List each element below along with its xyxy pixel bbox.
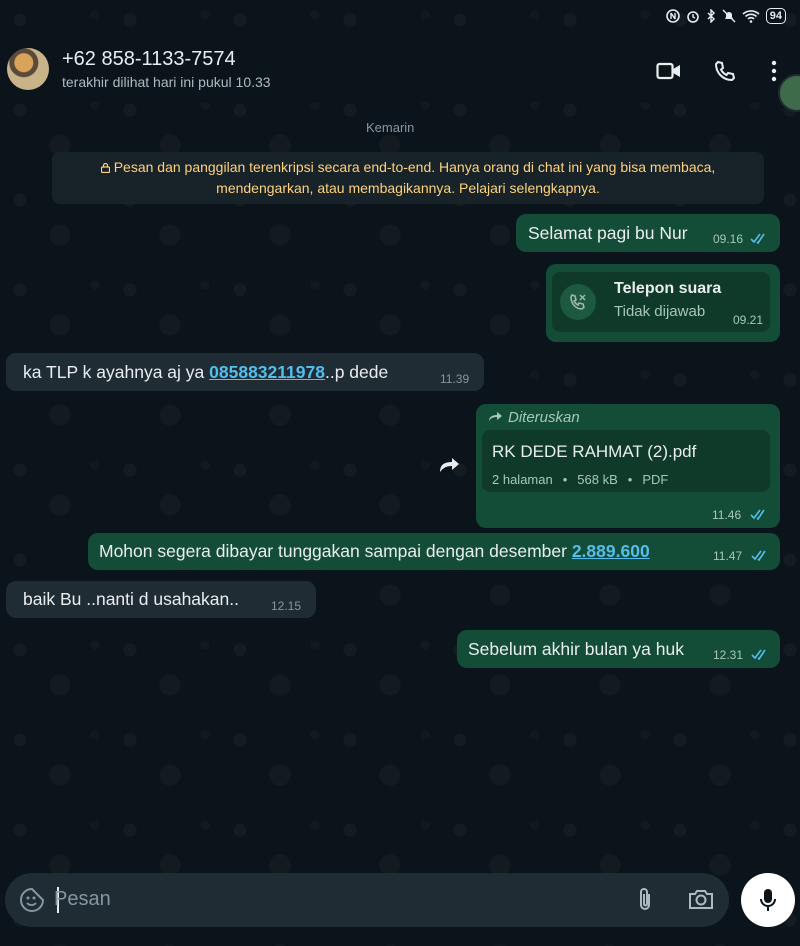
voice-call-icon <box>714 60 736 82</box>
battery-level: 94 <box>765 8 786 24</box>
message-text: baik Bu ..nanti d usahakan.. <box>23 589 239 609</box>
contact-avatar[interactable] <box>7 48 49 90</box>
document-message-bubble[interactable]: Diteruskan RK DEDE RAHMAT (2).pdf 2 hala… <box>476 404 780 528</box>
attach-button[interactable] <box>635 887 655 918</box>
message-text-before: Mohon segera dibayar tunggakan sampai de… <box>99 541 572 561</box>
camera-icon <box>689 890 713 909</box>
last-seen-status: terakhir dilihat hari ini pukul 10.33 <box>62 74 271 90</box>
message-text: Selamat pagi bu Nur <box>528 223 688 243</box>
message-time: 11.39 <box>440 372 470 386</box>
read-receipt-icon <box>751 550 766 561</box>
video-call-icon <box>656 62 680 80</box>
call-message-bubble[interactable]: Telepon suara Tidak dijawab 09.21 <box>546 264 780 342</box>
message-text: Sebelum akhir bulan ya huk <box>468 639 684 659</box>
message-bubble-incoming[interactable]: baik Bu ..nanti d usahakan.. 12.15 <box>6 581 316 618</box>
call-title: Telepon suara <box>614 280 722 297</box>
voice-call-button[interactable] <box>710 56 740 86</box>
encryption-notice[interactable]: Pesan dan panggilan terenkripsi secara e… <box>52 152 764 204</box>
alarm-icon <box>686 11 699 23</box>
message-text: Mohon segera dibayar tunggakan sampai de… <box>99 541 650 562</box>
message-time: 11.47 <box>713 549 743 563</box>
document-file-name: RK DEDE RAHMAT (2).pdf <box>492 442 697 461</box>
message-bubble-outgoing[interactable]: Selamat pagi bu Nur 09.16 <box>516 214 780 252</box>
emoji-sticker-button[interactable] <box>19 887 45 918</box>
document-size: 568 kB <box>577 472 618 487</box>
document-meta: 2 halaman • 568 kB • PDF <box>492 472 669 487</box>
bluetooth-icon <box>707 9 715 23</box>
message-text-after: ..p dede <box>324 362 389 382</box>
read-receipt-icon <box>750 509 765 520</box>
status-bar: 94 <box>0 0 800 36</box>
contact-name[interactable]: +62 858-1133-7574 <box>62 48 236 71</box>
message-text-before: ka TLP k ayahnya aj ya <box>23 362 210 382</box>
missed-voice-call-icon <box>570 294 586 310</box>
document-card[interactable]: RK DEDE RAHMAT (2).pdf 2 halaman • 568 kB •… <box>482 430 770 492</box>
amount-link[interactable]: 2.889.600 <box>572 541 650 561</box>
message-input[interactable]: Pesan <box>54 888 111 911</box>
message-bubble-outgoing[interactable]: Sebelum akhir bulan ya huk 12.31 <box>457 630 780 668</box>
forward-icon <box>440 458 459 472</box>
document-pages: 2 halaman <box>492 472 553 487</box>
message-time: 12.31 <box>713 648 744 662</box>
microphone-icon <box>760 889 776 911</box>
mute-icon <box>722 9 736 23</box>
message-text: ka TLP k ayahnya aj ya 085883211978..p d… <box>23 362 388 383</box>
read-receipt-icon <box>751 649 766 660</box>
call-status: Tidak dijawab <box>614 303 706 320</box>
forwarded-icon <box>489 412 502 421</box>
forward-shortcut-button[interactable] <box>434 449 466 481</box>
message-time: 09.21 <box>733 313 764 327</box>
message-time: 12.15 <box>271 599 302 613</box>
read-receipt-icon <box>750 233 765 244</box>
date-separator: Kemarin <box>366 120 415 135</box>
encryption-notice-line2: mendengarkan, atau membagikannya. Pelaja… <box>216 180 600 196</box>
missed-call-icon-wrap <box>560 284 596 320</box>
message-bubble-outgoing[interactable]: Mohon segera dibayar tunggakan sampai de… <box>88 533 780 570</box>
paperclip-icon <box>640 888 650 910</box>
more-options-icon <box>771 60 777 82</box>
video-call-button[interactable] <box>654 56 684 86</box>
forwarded-label: Diteruskan <box>488 409 580 426</box>
phone-number-link[interactable]: 085883211978 <box>209 362 325 382</box>
lock-icon <box>100 163 110 173</box>
message-composer[interactable]: Pesan <box>5 873 729 927</box>
voice-message-button[interactable] <box>741 873 795 927</box>
wifi-icon <box>742 10 760 23</box>
message-bubble-incoming[interactable]: ka TLP k ayahnya aj ya 085883211978..p d… <box>6 353 484 391</box>
sticker-icon <box>20 887 45 912</box>
chat-header[interactable]: +62 858-1133-7574 terakhir dilihat hari … <box>0 36 800 102</box>
message-time: 11.46 <box>712 508 742 522</box>
message-time: 09.16 <box>713 232 744 246</box>
nfc-icon <box>665 9 680 23</box>
document-type: PDF <box>642 472 669 487</box>
camera-button[interactable] <box>688 888 714 915</box>
encryption-notice-line1: Pesan dan panggilan terenkripsi secara e… <box>113 159 716 175</box>
